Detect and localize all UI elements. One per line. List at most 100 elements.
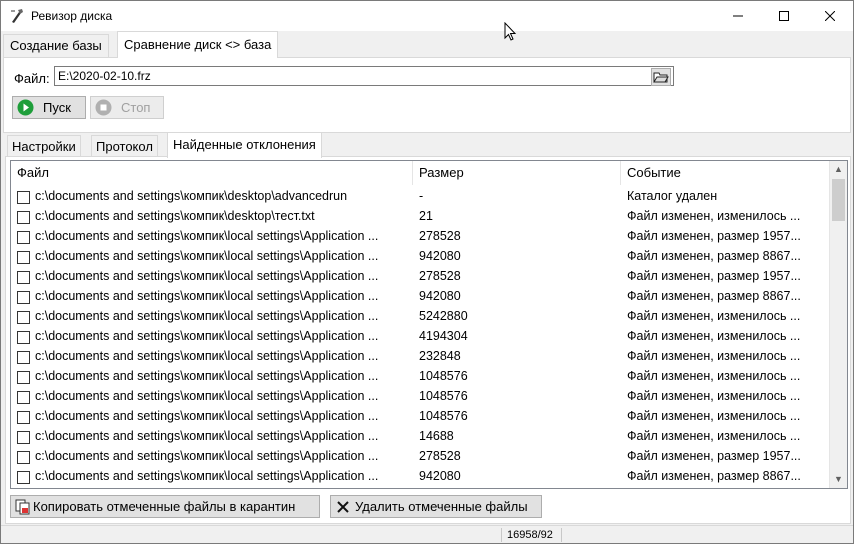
folder-open-icon xyxy=(653,72,669,83)
play-icon xyxy=(17,99,34,116)
file-path-field[interactable]: E:\2020-02-10.frz xyxy=(54,66,674,86)
deviations-panel: Файл Размер Событие c:\documents and set… xyxy=(5,156,851,524)
row-checkbox[interactable] xyxy=(17,251,30,264)
cell-event: Файл изменен, изменилось ... xyxy=(627,349,801,363)
cell-size: 942080 xyxy=(419,289,461,303)
copy-button-label: Копировать отмеченные файлы в карантин xyxy=(33,499,296,514)
row-checkbox[interactable] xyxy=(17,471,30,484)
table-row[interactable]: c:\documents and settings\компик\local s… xyxy=(11,447,829,467)
maximize-icon xyxy=(779,11,789,21)
vertical-scrollbar[interactable]: ▲ ▼ xyxy=(829,161,847,488)
table-row[interactable]: c:\documents and settings\компик\local s… xyxy=(11,307,829,327)
row-checkbox[interactable] xyxy=(17,451,30,464)
delete-button-label: Удалить отмеченные файлы xyxy=(355,499,528,514)
cell-size: 14688 xyxy=(419,429,454,443)
app-window: Ревизор диска Создание базы Сравнение ди… xyxy=(0,0,854,544)
status-divider xyxy=(561,528,562,542)
scroll-down-icon[interactable]: ▼ xyxy=(830,471,847,488)
cell-size: 1048576 xyxy=(419,369,468,383)
cell-file: c:\documents and settings\компик\desktop… xyxy=(35,209,315,223)
cell-file: c:\documents and settings\компик\local s… xyxy=(35,449,379,463)
cell-event: Файл изменен, изменилось ... xyxy=(627,389,801,403)
row-checkbox[interactable] xyxy=(17,231,30,244)
cell-event: Файл изменен, размер 8867... xyxy=(627,289,801,303)
table-row[interactable]: c:\documents and settings\компик\desktop… xyxy=(11,207,829,227)
row-checkbox[interactable] xyxy=(17,351,30,364)
copy-to-quarantine-button[interactable]: Копировать отмеченные файлы в карантин xyxy=(10,495,320,518)
row-checkbox[interactable] xyxy=(17,391,30,404)
tab-found-deviations[interactable]: Найденные отклонения xyxy=(167,132,322,158)
table-row[interactable]: c:\documents and settings\компик\local s… xyxy=(11,367,829,387)
copy-files-icon xyxy=(15,499,30,515)
maximize-button[interactable] xyxy=(761,1,807,31)
cell-file: c:\documents and settings\компик\local s… xyxy=(35,249,379,263)
cell-size: 232848 xyxy=(419,349,461,363)
close-icon xyxy=(825,11,835,21)
table-row[interactable]: c:\documents and settings\компик\local s… xyxy=(11,327,829,347)
column-header-size[interactable]: Размер xyxy=(413,161,621,185)
cell-event: Файл изменен, размер 8867... xyxy=(627,469,801,483)
column-header-event[interactable]: Событие xyxy=(621,161,829,185)
table-row[interactable]: c:\documents and settings\компик\local s… xyxy=(11,407,829,427)
file-label: Файл: xyxy=(14,71,50,86)
table-row[interactable]: c:\documents and settings\компик\local s… xyxy=(11,287,829,307)
close-button[interactable] xyxy=(807,1,853,31)
browse-button[interactable] xyxy=(651,68,671,86)
tab-protocol[interactable]: Протокол xyxy=(91,135,158,158)
table-row[interactable]: c:\documents and settings\компик\desktop… xyxy=(11,187,829,207)
start-button[interactable]: Пуск xyxy=(12,96,86,119)
cell-event: Файл изменен, изменилось ... xyxy=(627,329,801,343)
table-row[interactable]: c:\documents and settings\компик\local s… xyxy=(11,467,829,487)
deviations-list[interactable]: Файл Размер Событие c:\documents and set… xyxy=(10,160,848,489)
row-checkbox[interactable] xyxy=(17,191,30,204)
row-checkbox[interactable] xyxy=(17,211,30,224)
scroll-up-icon[interactable]: ▲ xyxy=(830,161,847,178)
tab-create-base[interactable]: Создание базы xyxy=(3,34,109,57)
status-divider xyxy=(501,528,502,542)
column-header-file[interactable]: Файл xyxy=(11,161,413,185)
cell-event: Файл изменен, изменилось ... xyxy=(627,429,801,443)
row-checkbox[interactable] xyxy=(17,411,30,424)
top-tab-bar: Создание базы Сравнение диск <> база xyxy=(1,31,853,58)
cell-event: Файл изменен, размер 1957... xyxy=(627,449,801,463)
cell-size: 278528 xyxy=(419,229,461,243)
cell-event: Файл изменен, размер 1957... xyxy=(627,229,801,243)
delete-checked-files-button[interactable]: Удалить отмеченные файлы xyxy=(330,495,542,518)
table-row[interactable]: c:\documents and settings\компик\local s… xyxy=(11,227,829,247)
status-bar: 16958/92 xyxy=(1,525,853,543)
title-bar[interactable]: Ревизор диска xyxy=(1,1,853,31)
tool-icon xyxy=(11,9,23,23)
stop-button-label: Стоп xyxy=(121,100,151,115)
row-checkbox[interactable] xyxy=(17,291,30,304)
row-checkbox[interactable] xyxy=(17,271,30,284)
cell-event: Файл изменен, изменилось ... xyxy=(627,209,801,223)
table-row[interactable]: c:\documents and settings\компик\local s… xyxy=(11,347,829,367)
window-title: Ревизор диска xyxy=(31,9,113,23)
cell-size: 1048576 xyxy=(419,389,468,403)
scroll-thumb[interactable] xyxy=(832,179,845,221)
cell-size: 5242880 xyxy=(419,309,468,323)
cell-file: c:\documents and settings\компик\local s… xyxy=(35,369,379,383)
mouse-cursor-icon xyxy=(504,22,517,41)
row-checkbox[interactable] xyxy=(17,311,30,324)
stop-button[interactable]: Стоп xyxy=(90,96,164,119)
cell-event: Файл изменен, изменилось ... xyxy=(627,309,801,323)
row-checkbox[interactable] xyxy=(17,431,30,444)
cell-event: Файл изменен, изменилось ... xyxy=(627,409,801,423)
row-checkbox[interactable] xyxy=(17,371,30,384)
cell-size: 942080 xyxy=(419,249,461,263)
minimize-button[interactable] xyxy=(715,1,761,31)
table-row[interactable]: c:\documents and settings\компик\local s… xyxy=(11,427,829,447)
tab-compare-disk-base[interactable]: Сравнение диск <> база xyxy=(117,31,279,58)
table-row[interactable]: c:\documents and settings\компик\local s… xyxy=(11,387,829,407)
minimize-icon xyxy=(733,15,743,17)
table-row[interactable]: c:\documents and settings\компик\local s… xyxy=(11,267,829,287)
cell-file: c:\documents and settings\компик\local s… xyxy=(35,289,379,303)
cell-file: c:\documents and settings\компик\local s… xyxy=(35,429,379,443)
row-checkbox[interactable] xyxy=(17,331,30,344)
start-button-label: Пуск xyxy=(43,100,71,115)
cell-file: c:\documents and settings\компик\local s… xyxy=(35,229,379,243)
table-row[interactable]: c:\documents and settings\компик\local s… xyxy=(11,247,829,267)
cell-event: Файл изменен, размер 1957... xyxy=(627,269,801,283)
tab-settings[interactable]: Настройки xyxy=(7,135,81,158)
